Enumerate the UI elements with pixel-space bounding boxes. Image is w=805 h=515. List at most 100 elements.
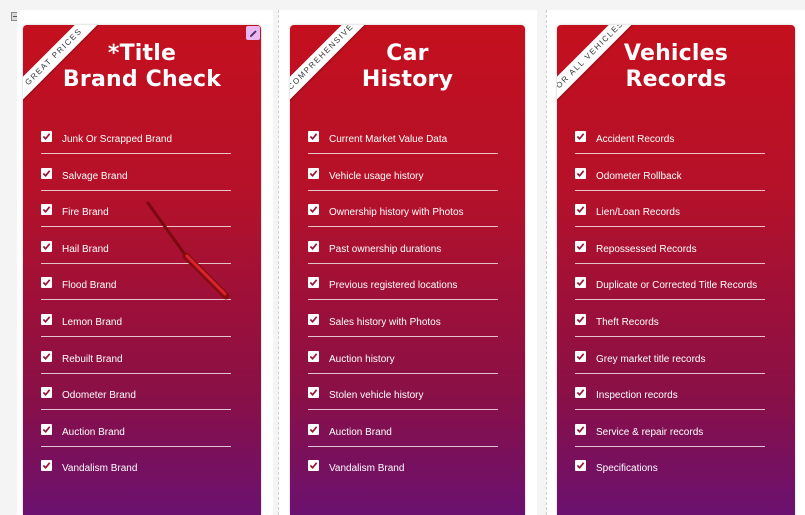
list-item: Auction Brand (308, 422, 525, 459)
list-item-label: Lemon Brand (62, 316, 123, 328)
list-item-label: Grey market title records (596, 353, 706, 365)
list-item: Ownership history with Photos (308, 202, 525, 239)
list-item: Current Market Value Data (308, 129, 525, 166)
checkbox-checked-icon (575, 350, 586, 362)
list-item: Service & repair records (575, 422, 795, 459)
checkbox-checked-icon (308, 387, 319, 399)
card-title-line-2: History (361, 67, 454, 92)
card-title: *Title Brand Check (23, 41, 261, 93)
list-item-label: Accident Records (596, 134, 675, 145)
list-item-label: Previous registered locations (329, 280, 458, 292)
checkbox-checked-icon (575, 204, 586, 216)
pricing-card-vehicle-records: FOR ALL VEHICLES Vehicles Records Accide… (557, 25, 795, 515)
list-item-label: Hail Brand (62, 243, 109, 255)
checkbox-checked-icon (41, 313, 52, 325)
list-item: Inspection records (575, 385, 795, 422)
checkbox-checked-icon (308, 204, 319, 216)
checkbox-checked-icon (308, 240, 319, 252)
list-item: Hail Brand (41, 239, 261, 276)
checkbox-checked-icon (575, 460, 586, 472)
card-title-line-2: Records (625, 67, 727, 92)
list-item-label: Service & repair records (596, 426, 704, 438)
column-2: COMPREHENSIVE Car History Current Market… (278, 10, 537, 515)
feature-list: Accident Records Odometer Rollback Lien/… (575, 129, 795, 495)
list-item-label: Inspection records (596, 390, 678, 402)
list-item: Theft Records (575, 312, 795, 349)
list-item: Specifications (575, 458, 795, 495)
list-item: Vandalism Brand (308, 458, 525, 495)
list-item-label: Vehicle usage history (329, 170, 424, 182)
card-title-line-1: Vehicles (623, 41, 729, 66)
column-1: GREAT PRICES *Title Brand Check Junk Or … (17, 10, 273, 515)
list-item: Lemon Brand (41, 312, 261, 349)
pencil-icon[interactable] (246, 26, 260, 40)
checkbox-checked-icon (41, 460, 52, 472)
list-item: Previous registered locations (308, 275, 525, 312)
list-item: Odometer Rollback (575, 166, 795, 203)
list-item-label: Repossessed Records (596, 243, 697, 255)
checkbox-checked-icon (41, 167, 52, 179)
list-item: Repossessed Records (575, 239, 795, 276)
pricing-card-title-brand: GREAT PRICES *Title Brand Check Junk Or … (23, 25, 261, 515)
list-item: Flood Brand (41, 275, 261, 312)
checkbox-checked-icon (575, 240, 586, 252)
checkbox-checked-icon (308, 313, 319, 325)
checkbox-checked-icon (41, 131, 52, 142)
list-item: Auction Brand (41, 422, 261, 459)
feature-list: Junk Or Scrapped Brand Salvage Brand Fir… (41, 129, 261, 495)
card-title-line-2: Brand Check (62, 67, 222, 92)
checkbox-checked-icon (41, 277, 52, 289)
list-item: Sales history with Photos (308, 312, 525, 349)
card-title: Car History (290, 41, 525, 93)
list-item-label: Vandalism Brand (329, 463, 405, 475)
list-item: Grey market title records (575, 349, 795, 386)
checkbox-checked-icon (575, 131, 586, 142)
list-item-label: Fire Brand (62, 207, 109, 219)
list-item-label: Auction history (329, 353, 395, 365)
list-item-label: Auction Brand (329, 426, 392, 438)
checkbox-checked-icon (575, 167, 586, 179)
pricing-card-car-history: COMPREHENSIVE Car History Current Market… (290, 25, 525, 515)
list-item: Rebuilt Brand (41, 349, 261, 386)
list-item: Vandalism Brand (41, 458, 261, 495)
list-item-label: Vandalism Brand (62, 463, 138, 475)
list-item-label: Duplicate or Corrected Title Records (596, 280, 758, 292)
list-item: Auction history (308, 349, 525, 386)
list-item: Duplicate or Corrected Title Records (575, 275, 795, 312)
list-item-label: Lien/Loan Records (596, 207, 680, 219)
list-item-label: Auction Brand (62, 426, 125, 438)
checkbox-checked-icon (41, 423, 52, 435)
list-item-label: Past ownership durations (329, 243, 442, 255)
list-item-label: Flood Brand (62, 280, 117, 292)
list-item: Salvage Brand (41, 166, 261, 203)
list-item: Stolen vehicle history (308, 385, 525, 422)
checkbox-checked-icon (41, 350, 52, 362)
column-3: FOR ALL VEHICLES Vehicles Records Accide… (546, 10, 805, 515)
list-item: Junk Or Scrapped Brand (41, 129, 261, 166)
card-title: Vehicles Records (557, 41, 795, 93)
list-item-label: Salvage Brand (62, 170, 128, 182)
list-item-label: Sales history with Photos (329, 316, 441, 328)
checkbox-checked-icon (41, 204, 52, 216)
list-item-label: Odometer Brand (62, 390, 136, 402)
checkbox-checked-icon (575, 277, 586, 289)
list-item: Past ownership durations (308, 239, 525, 276)
checkbox-checked-icon (308, 131, 319, 142)
checkbox-checked-icon (308, 460, 319, 472)
checkbox-checked-icon (41, 387, 52, 399)
list-item: Vehicle usage history (308, 166, 525, 203)
list-item-label: Current Market Value Data (329, 134, 448, 145)
card-title-line-1: Car (386, 41, 429, 66)
feature-list: Current Market Value Data Vehicle usage … (308, 129, 525, 495)
list-item-label: Ownership history with Photos (329, 207, 464, 219)
list-item-label: Junk Or Scrapped Brand (62, 134, 173, 145)
list-item: Fire Brand (41, 202, 261, 239)
list-item-label: Stolen vehicle history (329, 390, 424, 402)
list-item-label: Theft Records (596, 316, 659, 328)
page: GREAT PRICES *Title Brand Check Junk Or … (0, 0, 805, 515)
checkbox-checked-icon (308, 277, 319, 289)
checkbox-checked-icon (575, 313, 586, 325)
checkbox-checked-icon (41, 240, 52, 252)
list-item-label: Rebuilt Brand (62, 353, 123, 365)
checkbox-checked-icon (308, 167, 319, 179)
